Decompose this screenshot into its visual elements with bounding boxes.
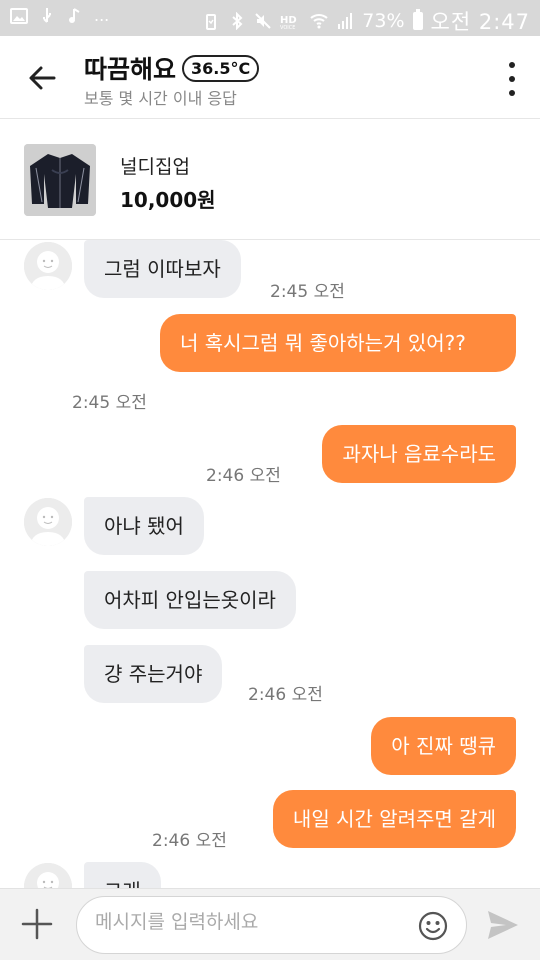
hd-voice-icon: HDVOICE (280, 15, 297, 30)
send-icon[interactable] (486, 909, 520, 941)
status-right: HD VOICE 73% 오전 2:47 (202, 6, 530, 36)
wifi-icon (310, 14, 328, 29)
manner-temperature-badge[interactable]: 36.5°C (182, 54, 260, 82)
signal-icon (338, 13, 353, 29)
message-time: 2:45 오전 (270, 282, 345, 302)
message-bubble-incoming[interactable]: 아냐 됐어 (84, 497, 204, 555)
message-bubble-outgoing[interactable]: 너 혹시그럼 뭐 좋아하는거 있어?? (160, 314, 516, 372)
message-input-bar (0, 888, 540, 960)
battery-percent: 73% (362, 10, 405, 32)
status-more-dots: ... (94, 6, 110, 25)
chat-partner-name[interactable]: 따끔해요 (84, 50, 176, 86)
title-row: 따끔해요 36.5°C (84, 50, 260, 86)
mute-icon (255, 13, 271, 29)
bluetooth-icon (232, 12, 243, 30)
product-thumbnail[interactable] (24, 144, 96, 216)
music-note-icon (69, 7, 80, 23)
status-left: ... (10, 6, 109, 25)
message-bubble-outgoing[interactable]: 내일 시간 알려주면 갈게 (272, 790, 516, 848)
plus-icon[interactable] (20, 907, 54, 941)
message-time: 2:46 오전 (248, 685, 323, 705)
chat-area[interactable]: 그럼 이따보자 2:45 오전 너 혹시그럼 뭐 좋아하는거 있어?? 2:45… (0, 240, 540, 888)
status-bar: ... HD VOICE 73% 오전 2:47 (0, 0, 540, 36)
avatar[interactable] (24, 863, 72, 888)
message-time: 2:45 오전 (72, 393, 147, 413)
more-vert-icon[interactable] (506, 62, 518, 96)
avatar[interactable] (24, 242, 72, 290)
product-card[interactable]: 널디집업 10,000원 (0, 120, 540, 240)
message-bubble-incoming[interactable]: 어차피 안입는옷이라 (84, 571, 296, 629)
image-icon (10, 7, 28, 24)
message-bubble-incoming[interactable]: 그럼 이따보자 (84, 240, 241, 298)
status-time: 오전 2:47 (430, 10, 530, 34)
avatar[interactable] (24, 498, 72, 546)
svg-text:VOICE: VOICE (280, 25, 295, 30)
message-bubble-incoming[interactable]: 걍 주는거야 (84, 645, 223, 703)
battery-icon (412, 9, 423, 30)
response-time-text: 보통 몇 시간 이내 응답 (84, 89, 237, 108)
emoji-icon[interactable] (418, 911, 448, 941)
default-avatar-icon (24, 242, 72, 290)
product-name: 널디집업 (120, 156, 190, 178)
message-bubble-outgoing[interactable]: 과자나 음료수라도 (322, 425, 516, 483)
chat-header: 따끔해요 36.5°C 보통 몇 시간 이내 응답 (0, 36, 540, 119)
back-arrow-icon[interactable] (24, 60, 60, 96)
message-field[interactable] (76, 896, 467, 954)
default-avatar-icon (24, 498, 72, 546)
default-avatar-icon (24, 863, 72, 888)
usb-icon (43, 7, 51, 23)
product-price: 10,000원 (120, 188, 216, 212)
message-bubble-outgoing[interactable]: 아 진짜 땡큐 (371, 717, 516, 775)
message-input[interactable] (95, 911, 415, 933)
battery-saver-icon (206, 14, 217, 30)
jacket-image (24, 144, 96, 216)
message-time: 2:46 오전 (206, 466, 281, 486)
message-time: 2:46 오전 (152, 831, 227, 851)
message-bubble-incoming[interactable]: 그래 (84, 862, 161, 888)
